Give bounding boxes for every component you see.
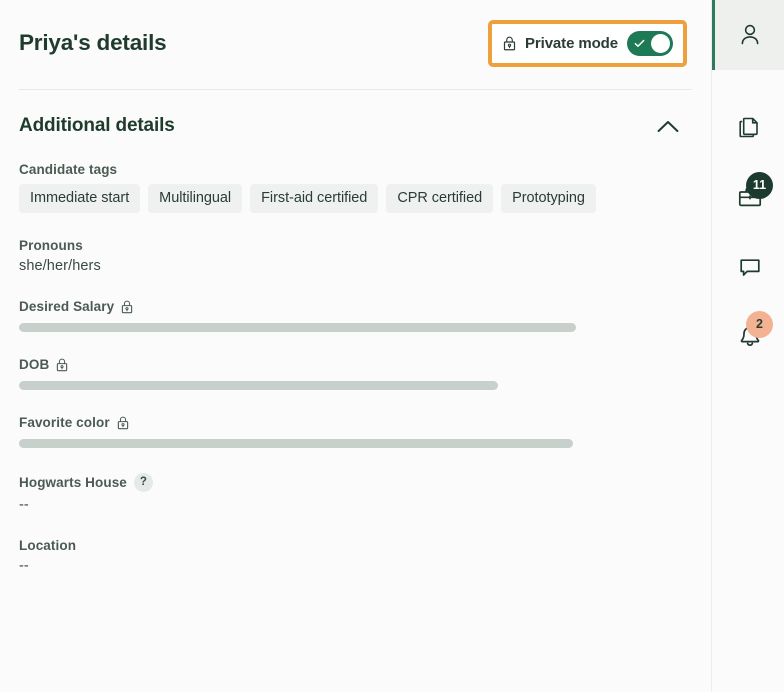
help-icon[interactable]: ? bbox=[133, 473, 153, 492]
additional-details-section: Additional details Candidate tags Immedi… bbox=[0, 90, 711, 574]
section-collapse-button[interactable] bbox=[651, 109, 685, 143]
chat-bubble-icon bbox=[739, 259, 760, 276]
app-root: Priya's details Private mode Additional … bbox=[0, 0, 784, 692]
person-icon bbox=[741, 24, 758, 45]
right-rail: 11 2 bbox=[711, 0, 784, 692]
field-label: Desired Salary bbox=[19, 299, 115, 314]
masked-value-bar bbox=[19, 381, 498, 390]
tag-chip[interactable]: CPR certified bbox=[386, 184, 494, 213]
rail-item-messages[interactable] bbox=[712, 232, 784, 302]
field-value: -- bbox=[19, 497, 29, 513]
chevron-up-icon bbox=[657, 120, 679, 132]
rail-item-notifications[interactable]: 2 bbox=[712, 302, 784, 372]
tag-chip[interactable]: Multilingual bbox=[148, 184, 243, 213]
private-mode-label: Private mode bbox=[524, 34, 618, 52]
masked-value-bar bbox=[19, 439, 573, 448]
details-panel: Priya's details Private mode Additional … bbox=[0, 0, 711, 692]
field-label: Hogwarts House bbox=[19, 475, 127, 490]
private-mode-toggle[interactable] bbox=[627, 30, 673, 56]
field-desired-salary: Desired Salary bbox=[19, 299, 692, 332]
documents-icon bbox=[738, 117, 758, 138]
rail-item-documents[interactable] bbox=[712, 92, 784, 162]
tag-chip[interactable]: Prototyping bbox=[501, 184, 596, 213]
rail-spacer bbox=[712, 70, 784, 92]
field-pronouns: Pronouns she/her/hers bbox=[19, 238, 692, 274]
lock-icon bbox=[57, 358, 68, 372]
field-label: DOB bbox=[19, 357, 50, 372]
private-mode-control[interactable]: Private mode bbox=[487, 19, 687, 67]
field-value: -- bbox=[19, 558, 29, 574]
rail-item-profile[interactable] bbox=[712, 0, 784, 70]
section-title: Additional details bbox=[19, 115, 175, 136]
check-icon bbox=[634, 39, 645, 47]
candidate-tags-label: Candidate tags bbox=[19, 162, 118, 177]
field-label-row: Desired Salary bbox=[19, 299, 692, 314]
field-label-row: Favorite color bbox=[19, 415, 692, 430]
field-label-row: Hogwarts House ? bbox=[19, 473, 692, 492]
field-label: Favorite color bbox=[19, 415, 110, 430]
lock-icon bbox=[503, 36, 516, 50]
badge-notifications-count: 2 bbox=[746, 311, 773, 338]
field-label-row: DOB bbox=[19, 357, 692, 372]
section-header[interactable]: Additional details bbox=[19, 90, 692, 162]
lock-icon bbox=[117, 416, 128, 430]
page-title: Priya's details bbox=[19, 29, 167, 55]
field-label-row: Location bbox=[19, 538, 692, 553]
header-divider bbox=[19, 89, 692, 90]
field-location: Location -- bbox=[19, 538, 692, 574]
candidate-tags-list: Immediate start Multilingual First-aid c… bbox=[19, 184, 619, 213]
field-label: Location bbox=[19, 538, 77, 553]
field-label: Pronouns bbox=[19, 238, 83, 253]
tag-chip[interactable]: First-aid certified bbox=[250, 184, 379, 213]
masked-value-bar bbox=[19, 323, 576, 332]
rail-item-jobs[interactable]: 11 bbox=[712, 162, 784, 232]
field-favorite-color: Favorite color bbox=[19, 415, 692, 448]
lock-icon bbox=[122, 300, 133, 314]
field-value: she/her/hers bbox=[19, 258, 101, 274]
panel-header: Priya's details Private mode bbox=[0, 0, 711, 90]
field-dob: DOB bbox=[19, 357, 692, 390]
toggle-knob bbox=[651, 33, 670, 53]
candidate-tags-group: Candidate tags Immediate start Multiling… bbox=[19, 162, 692, 213]
tag-chip[interactable]: Immediate start bbox=[19, 184, 141, 213]
badge-jobs-count: 11 bbox=[746, 172, 773, 199]
field-hogwarts-house: Hogwarts House ? -- bbox=[19, 473, 692, 513]
field-label-row: Pronouns bbox=[19, 238, 692, 253]
